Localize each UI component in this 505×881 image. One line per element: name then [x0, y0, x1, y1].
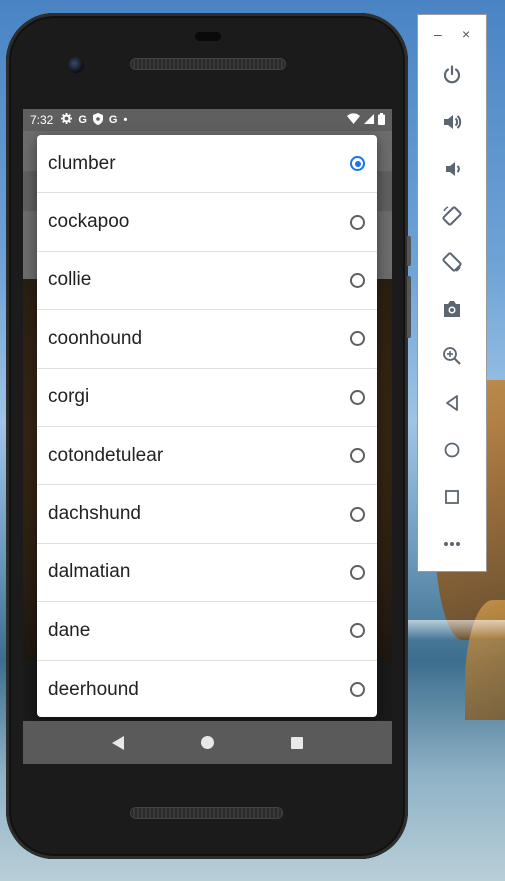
radio-button[interactable]	[350, 272, 365, 288]
phone-side-button-volume[interactable]	[407, 276, 411, 338]
camera-icon[interactable]	[438, 295, 466, 323]
breed-picker-dialog: clumber cockapoo collie coonhound corgi …	[37, 135, 377, 717]
home-icon[interactable]	[200, 736, 214, 749]
google-icon: G	[78, 114, 87, 126]
option-coonhound[interactable]: coonhound	[37, 310, 377, 369]
option-label: dalmatian	[48, 561, 131, 583]
option-label: collie	[48, 269, 92, 291]
radio-button[interactable]	[350, 331, 365, 347]
google-icon: G	[108, 114, 118, 126]
option-collie[interactable]: collie	[37, 252, 377, 311]
recents-icon[interactable]	[291, 736, 304, 749]
radio-button[interactable]	[350, 564, 365, 580]
rotate-left-icon[interactable]	[438, 202, 466, 230]
option-cotondetulear[interactable]: cotondetulear	[37, 427, 377, 486]
volume-up-icon[interactable]	[438, 108, 466, 136]
more-icon[interactable]	[438, 530, 466, 558]
volume-down-icon[interactable]	[438, 155, 466, 183]
wifi-icon	[347, 113, 360, 127]
shield-icon	[92, 112, 103, 128]
overview-icon[interactable]	[438, 483, 466, 511]
emulator-toolbar: – ×	[417, 14, 487, 572]
phone-screen: 7:32 G G • clumber cockapoo collie coonh…	[23, 109, 392, 764]
back-icon[interactable]	[438, 389, 466, 417]
status-right-icons	[347, 112, 385, 128]
option-label: dane	[48, 619, 91, 641]
option-label: deerhound	[48, 678, 139, 700]
option-label: coonhound	[48, 327, 143, 349]
option-label: cockapoo	[48, 211, 130, 233]
rotate-right-icon[interactable]	[438, 248, 466, 276]
option-clumber[interactable]: clumber	[37, 135, 377, 194]
option-dane[interactable]: dane	[37, 602, 377, 661]
zoom-icon[interactable]	[438, 342, 466, 370]
option-deerhound[interactable]: deerhound	[37, 661, 377, 717]
option-dalmatian[interactable]: dalmatian	[37, 544, 377, 603]
radio-button[interactable]	[350, 682, 365, 698]
bottom-speaker-grille	[131, 808, 282, 818]
gear-icon	[61, 113, 73, 127]
option-label: dachshund	[48, 503, 141, 525]
signal-icon	[364, 113, 374, 127]
home-icon[interactable]	[438, 436, 466, 464]
status-bar: 7:32 G G •	[23, 109, 392, 131]
option-label: cotondetulear	[48, 444, 164, 466]
radio-button[interactable]	[350, 623, 365, 639]
top-speaker-grille	[131, 59, 285, 69]
back-icon[interactable]	[111, 735, 124, 750]
option-label: corgi	[48, 386, 90, 408]
navigation-bar	[23, 721, 392, 764]
battery-icon	[378, 112, 385, 128]
phone-side-button-upper[interactable]	[407, 236, 411, 266]
close-button[interactable]: ×	[462, 27, 470, 41]
proximity-sensor	[195, 32, 221, 41]
option-corgi[interactable]: corgi	[37, 369, 377, 427]
radio-button[interactable]	[350, 389, 365, 405]
option-dachshund[interactable]: dachshund	[37, 485, 377, 544]
minimize-button[interactable]: –	[434, 27, 442, 41]
radio-button[interactable]	[350, 214, 365, 230]
power-icon[interactable]	[438, 61, 466, 89]
radio-button[interactable]	[350, 448, 365, 464]
status-time: 7:32	[30, 113, 54, 127]
radio-button[interactable]	[350, 506, 365, 522]
option-label: clumber	[48, 152, 116, 174]
option-cockapoo[interactable]: cockapoo	[37, 193, 377, 252]
dot-icon: •	[123, 114, 128, 126]
radio-button-selected[interactable]	[350, 156, 365, 172]
front-camera	[68, 57, 84, 73]
